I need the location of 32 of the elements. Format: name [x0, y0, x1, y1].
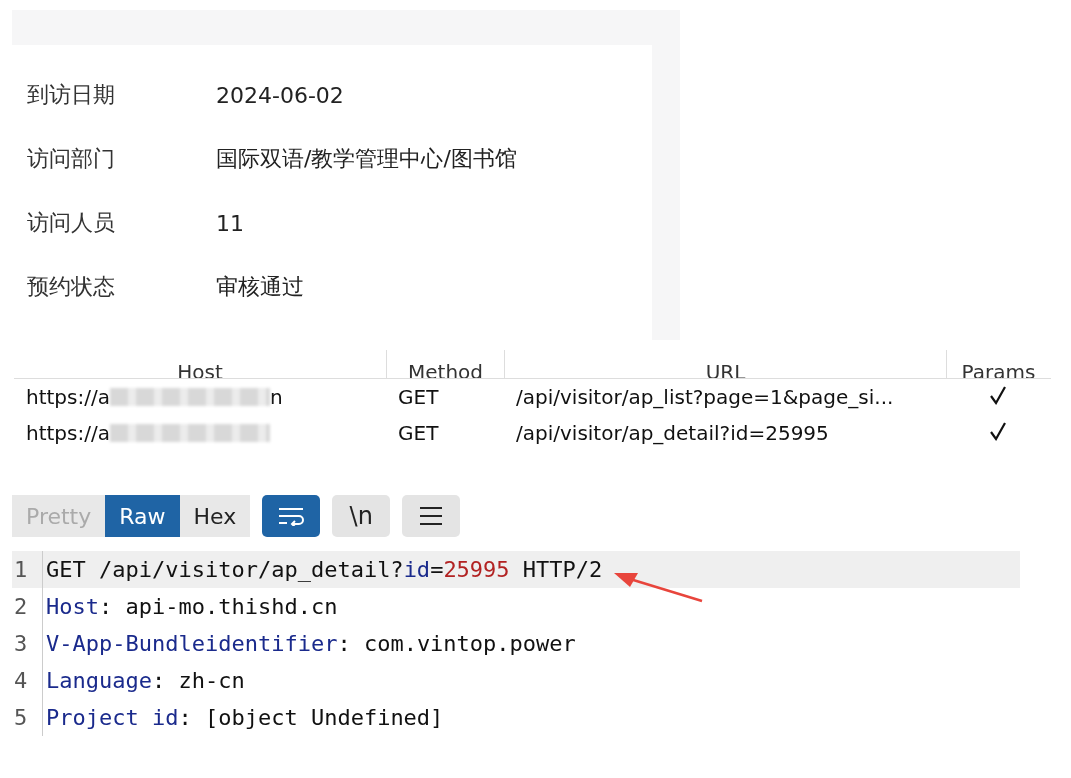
- field-value: 2024-06-02: [216, 82, 344, 108]
- field-value: 国际双语/教学管理中心/图书馆: [216, 145, 517, 173]
- wrap-button[interactable]: [262, 495, 321, 537]
- view-tab[interactable]: Hex: [179, 495, 251, 537]
- field-label: 预约状态: [27, 273, 116, 301]
- field-label: 到访日期: [27, 81, 116, 109]
- code-text: Host: api-mo.thishd.cn: [42, 588, 338, 625]
- code-text: V-App-Bundleidentifier: com.vintop.power: [42, 625, 576, 662]
- field-label: 访问人员: [27, 209, 116, 237]
- field-value: 11: [216, 210, 244, 236]
- line-number: 1: [13, 557, 29, 582]
- line-number: 5: [13, 705, 29, 730]
- view-tab[interactable]: Raw: [105, 495, 180, 537]
- url-cell-text: /api/visitor/ap_list?page=1&page_si...: [515, 385, 895, 409]
- wrap-icon: [277, 506, 306, 526]
- newline-toggle[interactable]: \n: [332, 495, 391, 537]
- url-cell-text: /api/visitor/ap_detail?id=25995: [515, 421, 830, 445]
- code-text: Project id: [object Undefined]: [42, 699, 444, 736]
- field-label: 访问部门: [27, 145, 116, 173]
- host-cell: https://a: [26, 385, 110, 409]
- code-text: GET /api/visitor/ap_detail?id=25995 HTTP/2: [42, 551, 603, 588]
- field-value: 审核通过: [216, 273, 304, 301]
- menu-button[interactable]: [402, 495, 461, 537]
- method-cell-text: GET: [397, 421, 440, 445]
- code-text: Language: zh-cn: [42, 662, 245, 699]
- method-cell-text: GET: [397, 385, 440, 409]
- line-number: 4: [13, 668, 29, 693]
- menu-icon: [418, 506, 445, 526]
- line-number: 2: [13, 594, 29, 619]
- host-cell: n: [269, 385, 283, 409]
- host-cell: https://a: [26, 421, 110, 445]
- line-number: 3: [13, 631, 29, 656]
